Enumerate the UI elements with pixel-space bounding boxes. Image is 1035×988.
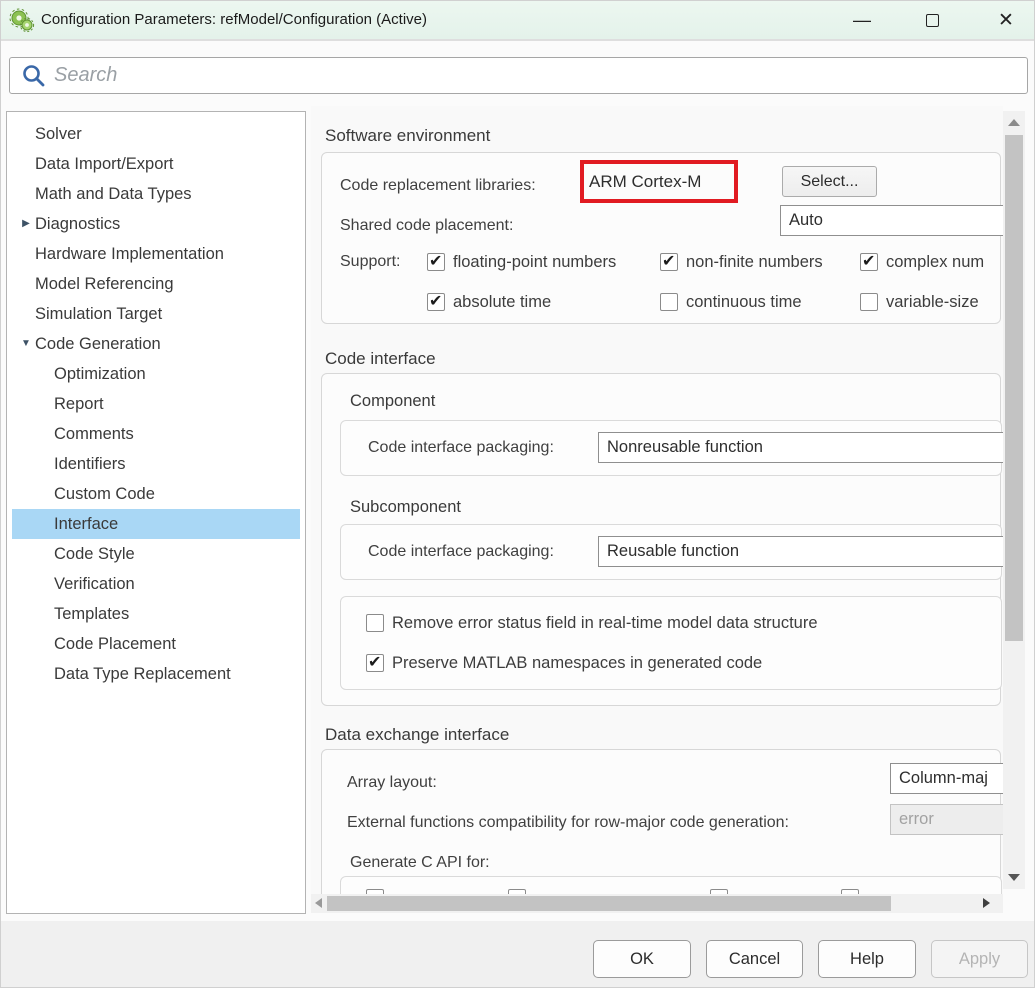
- simulink-config-gears-icon: [9, 8, 35, 34]
- code-interface-title: Code interface: [325, 349, 436, 369]
- component-packaging-label: Code interface packaging:: [368, 433, 554, 463]
- sidebar-item-code-placement[interactable]: Code Placement: [12, 629, 300, 659]
- sidebar-item-custom-code[interactable]: Custom Code: [12, 479, 300, 509]
- sidebar-item-optimization[interactable]: Optimization: [12, 359, 300, 389]
- subcomponent-packaging-label: Code interface packaging:: [368, 537, 554, 567]
- software-environment-group: Code replacement libraries: ARM Cortex-M…: [321, 152, 1001, 324]
- search-icon: [21, 63, 46, 88]
- select-button[interactable]: Select...: [782, 166, 877, 197]
- sidebar-item-interface[interactable]: Interface: [12, 509, 300, 539]
- scroll-up-icon[interactable]: [1008, 119, 1020, 126]
- component-group: Code interface packaging: Nonreusable fu…: [340, 420, 1002, 476]
- component-subtitle: Component: [350, 392, 435, 411]
- search-bar: [9, 57, 1028, 94]
- checkbox-box[interactable]: [860, 253, 878, 271]
- horizontal-scrollbar-thumb[interactable]: [327, 896, 891, 911]
- data-exchange-interface-title: Data exchange interface: [325, 725, 509, 745]
- code-interface-group: Component Code interface packaging: Nonr…: [321, 373, 1001, 706]
- sidebar-item-label: Code Generation: [35, 335, 161, 353]
- checkbox-box[interactable]: [660, 293, 678, 311]
- sidebar-item-model-referencing[interactable]: Model Referencing: [12, 269, 300, 299]
- code-replacement-libraries-label: Code replacement libraries:: [340, 171, 536, 201]
- generate-c-api-label: Generate C API for:: [350, 848, 490, 878]
- sidebar-item-code-generation[interactable]: ▼ Code Generation: [12, 329, 300, 359]
- checkbox-box[interactable]: [427, 293, 445, 311]
- checkbox-box[interactable]: [366, 654, 384, 672]
- vertical-scrollbar[interactable]: [1003, 111, 1025, 889]
- sidebar-item-math-and-data-types[interactable]: Math and Data Types: [12, 179, 300, 209]
- subcomponent-group: Code interface packaging: Reusable funct…: [340, 524, 1002, 580]
- sidebar-item-report[interactable]: Report: [12, 389, 300, 419]
- component-packaging-dropdown[interactable]: Nonreusable function: [598, 432, 1003, 463]
- shared-code-placement-label: Shared code placement:: [340, 211, 513, 241]
- help-button[interactable]: Help: [818, 940, 916, 978]
- apply-button[interactable]: Apply: [931, 940, 1028, 978]
- window-title: Configuration Parameters: refModel/Confi…: [41, 1, 427, 39]
- configuration-parameters-dialog: Configuration Parameters: refModel/Confi…: [0, 0, 1035, 988]
- scroll-right-icon[interactable]: [983, 898, 990, 908]
- sidebar-item-verification[interactable]: Verification: [12, 569, 300, 599]
- sidebar-item-data-type-replacement[interactable]: Data Type Replacement: [12, 659, 300, 689]
- ok-button[interactable]: OK: [593, 940, 691, 978]
- maximize-button[interactable]: [909, 1, 955, 39]
- checkbox-box[interactable]: [427, 253, 445, 271]
- checkbox-floating-point-numbers[interactable]: floating-point numbers: [427, 252, 616, 272]
- cancel-button[interactable]: Cancel: [706, 940, 803, 978]
- checkbox-absolute-time[interactable]: absolute time: [427, 292, 551, 312]
- support-label: Support:: [340, 247, 400, 277]
- sidebar-item-hardware-implementation[interactable]: Hardware Implementation: [12, 239, 300, 269]
- close-button[interactable]: ✕: [983, 1, 1029, 39]
- sidebar-item-identifiers[interactable]: Identifiers: [12, 449, 300, 479]
- external-functions-compatibility-field: error: [890, 804, 1003, 835]
- scroll-down-icon[interactable]: [1008, 874, 1020, 881]
- code-replacement-libraries-value[interactable]: ARM Cortex-M: [584, 172, 701, 192]
- titlebar: Configuration Parameters: refModel/Confi…: [1, 1, 1035, 41]
- checkbox-preserve-matlab-namespaces[interactable]: Preserve MATLAB namespaces in generated …: [366, 653, 762, 673]
- vertical-scrollbar-thumb[interactable]: [1005, 135, 1023, 641]
- shared-code-placement-dropdown[interactable]: Auto: [780, 205, 1003, 236]
- sidebar-item-solver[interactable]: Solver: [12, 119, 300, 149]
- horizontal-scrollbar[interactable]: [311, 894, 1003, 913]
- sidebar-item-diagnostics[interactable]: ▶ Diagnostics: [12, 209, 300, 239]
- checkbox-continuous-time[interactable]: continuous time: [660, 292, 802, 312]
- sidebar-item-label: Diagnostics: [35, 215, 120, 233]
- checkbox-box[interactable]: [366, 614, 384, 632]
- checkbox-variable-size-signals[interactable]: variable-size: [860, 292, 979, 312]
- external-functions-compatibility-label: External functions compatibility for row…: [347, 808, 789, 838]
- sidebar-item-data-import-export[interactable]: Data Import/Export: [12, 149, 300, 179]
- sidebar-item-templates[interactable]: Templates: [12, 599, 300, 629]
- maximize-icon: [926, 14, 939, 27]
- checkbox-complex-numbers[interactable]: complex num: [860, 252, 984, 272]
- sidebar-item-comments[interactable]: Comments: [12, 419, 300, 449]
- minimize-button[interactable]: —: [839, 1, 885, 39]
- checkbox-non-finite-numbers[interactable]: non-finite numbers: [660, 252, 823, 272]
- generate-c-api-group: [340, 876, 1002, 894]
- chevron-right-icon[interactable]: ▶: [18, 209, 34, 239]
- checkbox-box[interactable]: [660, 253, 678, 271]
- checkbox-remove-error-status-field[interactable]: Remove error status field in real-time m…: [366, 613, 818, 633]
- checkbox-box[interactable]: [860, 293, 878, 311]
- subcomponent-subtitle: Subcomponent: [350, 498, 461, 517]
- scroll-left-icon[interactable]: [315, 898, 322, 908]
- software-environment-title: Software environment: [325, 126, 490, 146]
- search-input[interactable]: [9, 57, 1028, 94]
- category-tree: Solver Data Import/Export Math and Data …: [6, 111, 306, 914]
- subcomponent-packaging-dropdown[interactable]: Reusable function: [598, 536, 1003, 567]
- sidebar-item-simulation-target[interactable]: Simulation Target: [12, 299, 300, 329]
- interface-settings-panel: Software environment Code replacement li…: [311, 106, 1003, 894]
- code-interface-options-group: Remove error status field in real-time m…: [340, 596, 1002, 690]
- array-layout-label: Array layout:: [347, 768, 437, 798]
- chevron-down-icon[interactable]: ▼: [18, 329, 34, 359]
- data-exchange-group: Array layout: Column-maj External functi…: [321, 749, 1001, 894]
- red-highlight-annotation: ARM Cortex-M: [580, 160, 738, 203]
- sidebar-item-code-style[interactable]: Code Style: [12, 539, 300, 569]
- array-layout-dropdown[interactable]: Column-maj: [890, 763, 1003, 794]
- dialog-footer: OK Cancel Help Apply: [1, 921, 1035, 988]
